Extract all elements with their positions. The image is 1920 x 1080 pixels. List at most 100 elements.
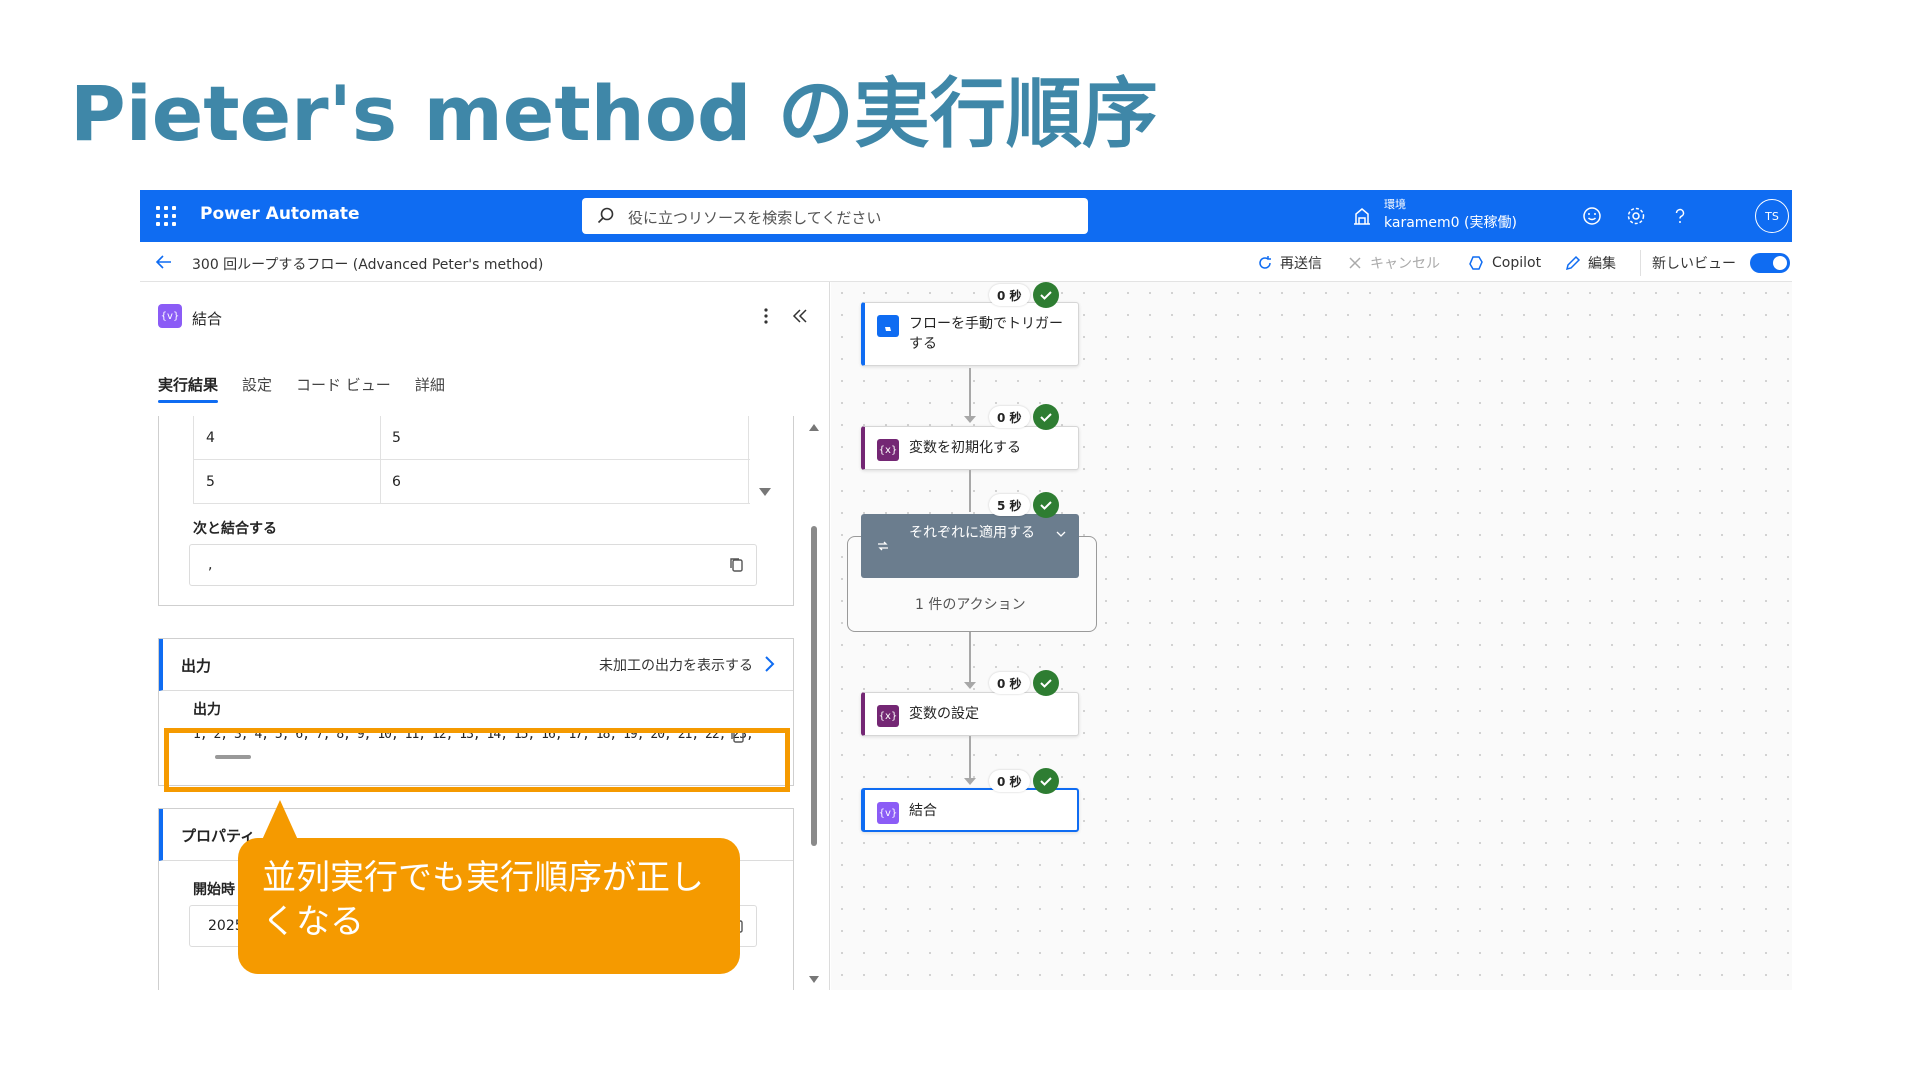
horizontal-scroll-thumb[interactable]	[215, 755, 251, 759]
back-arrow-icon[interactable]	[154, 252, 174, 272]
loop-action-count: 1 件のアクション	[915, 597, 1026, 613]
copilot-icon	[1469, 256, 1483, 270]
table-cell: 4	[206, 430, 215, 446]
table-row: 5 6	[194, 460, 750, 504]
success-check-icon	[1033, 768, 1059, 794]
new-view-toggle[interactable]	[1750, 253, 1790, 273]
collapse-panel-icon[interactable]	[790, 306, 810, 326]
input-table: 4 5 5 6	[193, 416, 750, 504]
table-cell: 6	[392, 474, 401, 490]
duration-badge: 0 秒	[989, 406, 1030, 428]
node-label: 結合	[909, 803, 937, 819]
resubmit-label: 再送信	[1280, 256, 1322, 272]
pencil-icon	[1565, 255, 1581, 271]
join-with-field[interactable]: ,	[189, 544, 757, 586]
chevron-down-icon[interactable]	[1055, 528, 1067, 540]
connector-line	[969, 470, 971, 512]
raw-output-link[interactable]: 未加工の出力を表示する	[599, 655, 753, 675]
node-label: それぞれに適用する	[909, 525, 1035, 541]
output-label: 出力	[193, 702, 221, 718]
divider	[1640, 250, 1641, 276]
duration-badge: 5 秒	[989, 494, 1030, 516]
scroll-thumb[interactable]	[811, 526, 817, 846]
search-icon	[597, 207, 614, 224]
node-label: 変数の設定	[909, 706, 979, 722]
environment-icon[interactable]	[1350, 204, 1374, 228]
output-header-title: 出力	[181, 657, 212, 675]
output-section: 出力 未加工の出力を表示する 出力 1, 2, 3, 4, 5, 6, 7, 8…	[158, 638, 794, 786]
connector-arrow-icon	[964, 778, 976, 785]
edit-button[interactable]: 編集	[1564, 252, 1616, 274]
variable-icon: {x}	[877, 705, 899, 727]
command-bar: 300 回ループするフロー (Advanced Peter's method) …	[140, 242, 1792, 282]
search-box[interactable]: 役に立つリソースを検索してください	[582, 198, 1088, 234]
join-with-value: ,	[208, 557, 213, 573]
tab-settings[interactable]: 設定	[242, 374, 272, 404]
connector-line	[969, 736, 971, 780]
table-cell: 5	[392, 430, 401, 446]
connector-line	[969, 368, 971, 418]
close-icon	[1349, 257, 1361, 269]
user-avatar[interactable]: TS	[1755, 199, 1789, 233]
vertical-scrollbar[interactable]	[806, 416, 822, 990]
panel-tabs: 実行結果 設定 コード ビュー 詳細	[158, 374, 445, 404]
scroll-down-icon[interactable]	[809, 976, 819, 983]
top-bar: Power Automate 役に立つリソースを検索してください 環境 kara…	[140, 190, 1792, 242]
app-launcher-icon[interactable]	[154, 204, 178, 228]
node-label: 変数を初期化する	[909, 440, 1021, 456]
cancel-button[interactable]: キャンセル	[1346, 252, 1440, 274]
join-action-icon: {v}	[158, 304, 182, 328]
refresh-icon	[1259, 256, 1271, 269]
tab-details[interactable]: 詳細	[415, 374, 445, 404]
help-question-icon[interactable]	[1668, 204, 1692, 228]
success-check-icon	[1033, 404, 1059, 430]
tab-run-result[interactable]: 実行結果	[158, 374, 219, 404]
start-time-label: 開始時	[193, 882, 235, 898]
loop-icon	[878, 541, 888, 551]
cancel-label: キャンセル	[1370, 256, 1440, 272]
output-section-header[interactable]: 出力 未加工の出力を表示する	[159, 639, 793, 691]
connector-line	[969, 632, 971, 684]
copilot-button[interactable]: Copilot	[1468, 252, 1541, 274]
join-action-icon: {v}	[877, 802, 899, 824]
output-field-area: 出力 1, 2, 3, 4, 5, 6, 7, 8, 9, 10, 11, 12…	[159, 691, 793, 785]
copilot-label: Copilot	[1492, 255, 1542, 271]
variable-icon: {x}	[877, 439, 899, 461]
callout-annotation: 並列実行でも実行順序が正しくなる	[238, 838, 740, 974]
duration-badge: 0 秒	[989, 770, 1030, 792]
manual-trigger-icon	[877, 315, 899, 337]
trigger-node[interactable]: フローを手動でトリガーする	[861, 302, 1079, 366]
node-label: フローを手動でトリガーする	[909, 316, 1063, 352]
duration-badge: 0 秒	[989, 284, 1030, 306]
environment-value[interactable]: karamem0 (実稼働)	[1384, 212, 1517, 232]
table-scroll-down-icon[interactable]	[759, 488, 771, 496]
chevron-right-icon[interactable]	[759, 653, 779, 675]
new-view-label: 新しいビュー	[1652, 256, 1736, 272]
feedback-smiley-icon[interactable]	[1580, 204, 1604, 228]
connector-arrow-icon	[964, 682, 976, 689]
app-name[interactable]: Power Automate	[200, 204, 360, 224]
table-row: 4 5	[194, 416, 750, 460]
success-check-icon	[1033, 282, 1059, 308]
output-value[interactable]: 1, 2, 3, 4, 5, 6, 7, 8, 9, 10, 11, 12, 1…	[193, 727, 757, 742]
connector-arrow-icon	[964, 416, 976, 423]
environment-label: 環境	[1384, 198, 1406, 211]
copy-icon[interactable]	[728, 556, 746, 574]
set-variable-node[interactable]: {x} 変数の設定	[861, 692, 1079, 736]
success-check-icon	[1033, 670, 1059, 696]
copy-icon[interactable]	[729, 727, 747, 745]
scroll-up-icon[interactable]	[809, 424, 819, 431]
resubmit-button[interactable]: 再送信	[1256, 252, 1322, 274]
success-check-icon	[1033, 492, 1059, 518]
callout-pointer	[262, 800, 298, 840]
flow-canvas[interactable]: フローを手動でトリガーする 0 秒 {x} 変数を初期化する 0 秒 それぞれに…	[831, 282, 1792, 990]
settings-gear-icon[interactable]	[1624, 204, 1648, 228]
tab-code-view[interactable]: コード ビュー	[296, 374, 391, 404]
join-node[interactable]: {v} 結合	[861, 788, 1079, 832]
apply-to-each-node[interactable]: それぞれに適用する	[861, 514, 1079, 578]
input-section: 4 5 5 6 次と結合する ,	[158, 416, 794, 606]
more-options-icon[interactable]	[756, 304, 776, 328]
table-cell: 5	[206, 474, 215, 490]
search-placeholder: 役に立つリソースを検索してください	[628, 209, 882, 227]
initialize-variable-node[interactable]: {x} 変数を初期化する	[861, 426, 1079, 470]
